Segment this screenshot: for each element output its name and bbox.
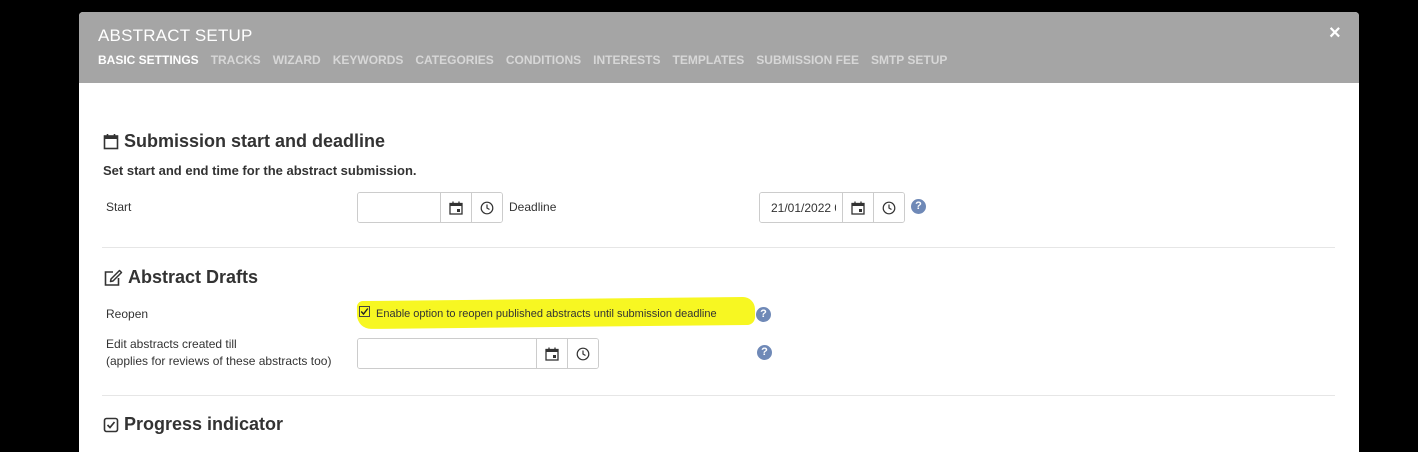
start-input-group [357,192,503,223]
checkbox-icon [103,417,119,432]
submission-section-title: Submission start and deadline [103,131,385,152]
tab-templates[interactable]: TEMPLATES [673,53,745,67]
submission-title-text: Submission start and deadline [124,131,386,151]
edit-till-date-button[interactable] [536,339,567,368]
deadline-date-button[interactable] [842,193,873,222]
tab-smtp-setup[interactable]: SMTP SETUP [871,53,947,67]
clock-icon [576,347,590,360]
checkmark-icon [360,308,369,316]
calendar-icon [851,201,865,215]
edit-till-time-button[interactable] [567,339,598,368]
edit-till-label-line1: Edit abstracts created till [106,337,237,351]
edit-till-help-icon[interactable]: ? [757,345,772,360]
deadline-input[interactable] [760,193,842,222]
progress-section-title: Progress indicator [103,414,283,435]
drafts-title-text: Abstract Drafts [128,267,259,287]
tab-keywords[interactable]: KEYWORDS [333,53,404,67]
deadline-help-icon[interactable]: ? [911,199,926,214]
tab-submission-fee[interactable]: SUBMISSION FEE [756,53,859,67]
deadline-time-button[interactable] [873,193,904,222]
modal-title: ABSTRACT SETUP [98,26,253,45]
drafts-section-title: Abstract Drafts [103,267,258,288]
reopen-checkbox[interactable] [359,306,370,317]
tab-interests[interactable]: INTERESTS [593,53,660,67]
clock-icon [882,201,896,214]
tab-wizard[interactable]: WIZARD [273,53,321,67]
deadline-label: Deadline [509,200,557,214]
tab-tracks[interactable]: TRACKS [211,53,261,67]
edit-till-input[interactable] [358,339,536,368]
edit-till-label-line2: (applies for reviews of these abstracts … [106,354,332,368]
section-divider [102,247,1335,248]
clock-icon [480,201,494,214]
abstract-setup-modal: ABSTRACT SETUP × BASIC SETTINGS TRACKS W… [79,12,1359,452]
start-label: Start [106,200,132,214]
edit-icon [104,269,123,286]
deadline-input-group [759,192,905,223]
tab-conditions[interactable]: CONDITIONS [506,53,581,67]
tab-bar: BASIC SETTINGS TRACKS WIZARD KEYWORDS CA… [98,53,947,67]
calendar-icon [103,134,119,150]
modal-header: ABSTRACT SETUP × BASIC SETTINGS TRACKS W… [79,12,1359,83]
tab-categories[interactable]: CATEGORIES [415,53,493,67]
reopen-label: Reopen [106,307,149,321]
calendar-icon [449,201,463,215]
start-input[interactable] [358,193,440,222]
calendar-icon [545,347,559,361]
reopen-option-label[interactable]: Enable option to reopen published abstra… [376,308,717,320]
edit-till-input-group [357,338,599,369]
start-time-button[interactable] [471,193,502,222]
edit-till-label: Edit abstracts created till (applies for… [106,336,331,370]
progress-title-text: Progress indicator [124,414,284,434]
submission-subtitle: Set start and end time for the abstract … [103,163,417,178]
start-date-button[interactable] [440,193,471,222]
section-divider [102,395,1335,396]
tab-basic-settings[interactable]: BASIC SETTINGS [98,53,199,67]
close-icon[interactable]: × [1329,22,1341,45]
reopen-help-icon[interactable]: ? [756,307,771,322]
